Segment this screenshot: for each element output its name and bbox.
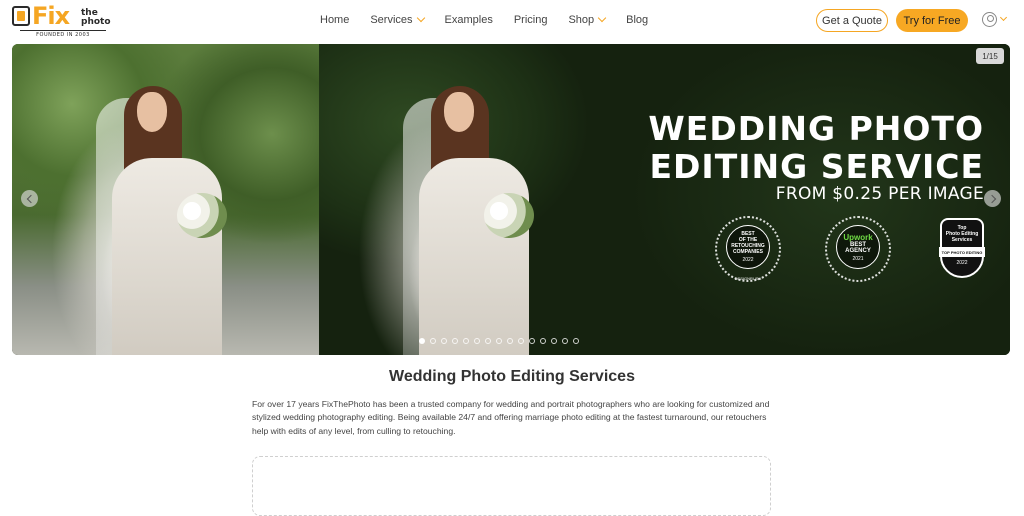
logo-the-photo-text: the photo bbox=[81, 8, 111, 27]
previous-slide-arrow-icon[interactable] bbox=[21, 190, 38, 207]
site-header: Fix the photo FOUNDED IN 2003 Home Servic… bbox=[0, 0, 1024, 42]
slider-dot[interactable] bbox=[562, 338, 568, 344]
chevron-down-icon bbox=[999, 13, 1008, 22]
slider-dot[interactable] bbox=[540, 338, 546, 344]
nav-blog[interactable]: Blog bbox=[626, 12, 648, 28]
try-for-free-button[interactable]: Try for Free bbox=[896, 9, 968, 32]
logo-tagline: FOUNDED IN 2003 bbox=[20, 30, 106, 38]
nav-pricing[interactable]: Pricing bbox=[514, 12, 548, 28]
main-nav: Home Services Examples Pricing Shop Blog bbox=[320, 12, 669, 28]
slider-dot[interactable] bbox=[518, 338, 524, 344]
upwork-best-agency-badge: Upwork BEST AGENCY 2021 bbox=[825, 216, 891, 282]
slider-dot[interactable] bbox=[551, 338, 557, 344]
nav-shop[interactable]: Shop bbox=[568, 12, 607, 28]
slider-dot[interactable] bbox=[452, 338, 458, 344]
best-retouching-companies-badge: BEST OF THE RETOUCHING COMPANIES 2022 DE… bbox=[715, 216, 781, 282]
logo-fix-text: Fix bbox=[32, 2, 70, 30]
upload-dropzone[interactable] bbox=[252, 456, 771, 516]
top-photo-editing-services-badge: Top Photo Editing Services TOP PHOTO EDI… bbox=[926, 216, 992, 282]
slide-counter: 1/15 bbox=[976, 48, 1004, 64]
slider-dot[interactable] bbox=[430, 338, 436, 344]
next-slide-arrow-icon[interactable] bbox=[984, 190, 1001, 207]
nav-services[interactable]: Services bbox=[370, 12, 425, 28]
chevron-down-icon bbox=[597, 13, 607, 23]
section-description: For over 17 years FixThePhoto has been a… bbox=[252, 399, 770, 436]
user-icon bbox=[982, 12, 997, 27]
slider-dot[interactable] bbox=[485, 338, 491, 344]
slider-dot[interactable] bbox=[463, 338, 469, 344]
nav-examples[interactable]: Examples bbox=[445, 12, 493, 28]
hero-slider: 1/15 WEDDING PHOTO EDITING SERVICE FROM … bbox=[12, 44, 1010, 355]
slider-dot[interactable] bbox=[441, 338, 447, 344]
before-photo bbox=[12, 44, 319, 355]
user-menu[interactable] bbox=[982, 12, 1012, 30]
bride-figure-after bbox=[389, 58, 534, 355]
nav-home[interactable]: Home bbox=[320, 12, 349, 28]
hero-subtitle: FROM $0.25 PER IMAGE bbox=[775, 184, 984, 204]
fixthephoto-logo[interactable]: Fix the photo FOUNDED IN 2003 bbox=[12, 2, 111, 40]
slider-dot[interactable] bbox=[529, 338, 535, 344]
section-title: Wedding Photo Editing Services bbox=[389, 368, 635, 385]
chevron-down-icon bbox=[416, 13, 425, 23]
logo-camera-icon bbox=[12, 6, 30, 26]
slider-dot[interactable] bbox=[419, 338, 425, 344]
slider-pagination bbox=[419, 338, 579, 344]
hero-title: WEDDING PHOTO EDITING SERVICE bbox=[648, 109, 984, 186]
slider-dot[interactable] bbox=[507, 338, 513, 344]
slider-dot[interactable] bbox=[496, 338, 502, 344]
shield-badge-icon: Top Photo Editing Services TOP PHOTO EDI… bbox=[939, 218, 985, 278]
slider-dot[interactable] bbox=[474, 338, 480, 344]
slider-dot[interactable] bbox=[573, 338, 579, 344]
get-a-quote-button[interactable]: Get a Quote bbox=[816, 9, 888, 32]
bride-figure-before bbox=[82, 58, 227, 355]
